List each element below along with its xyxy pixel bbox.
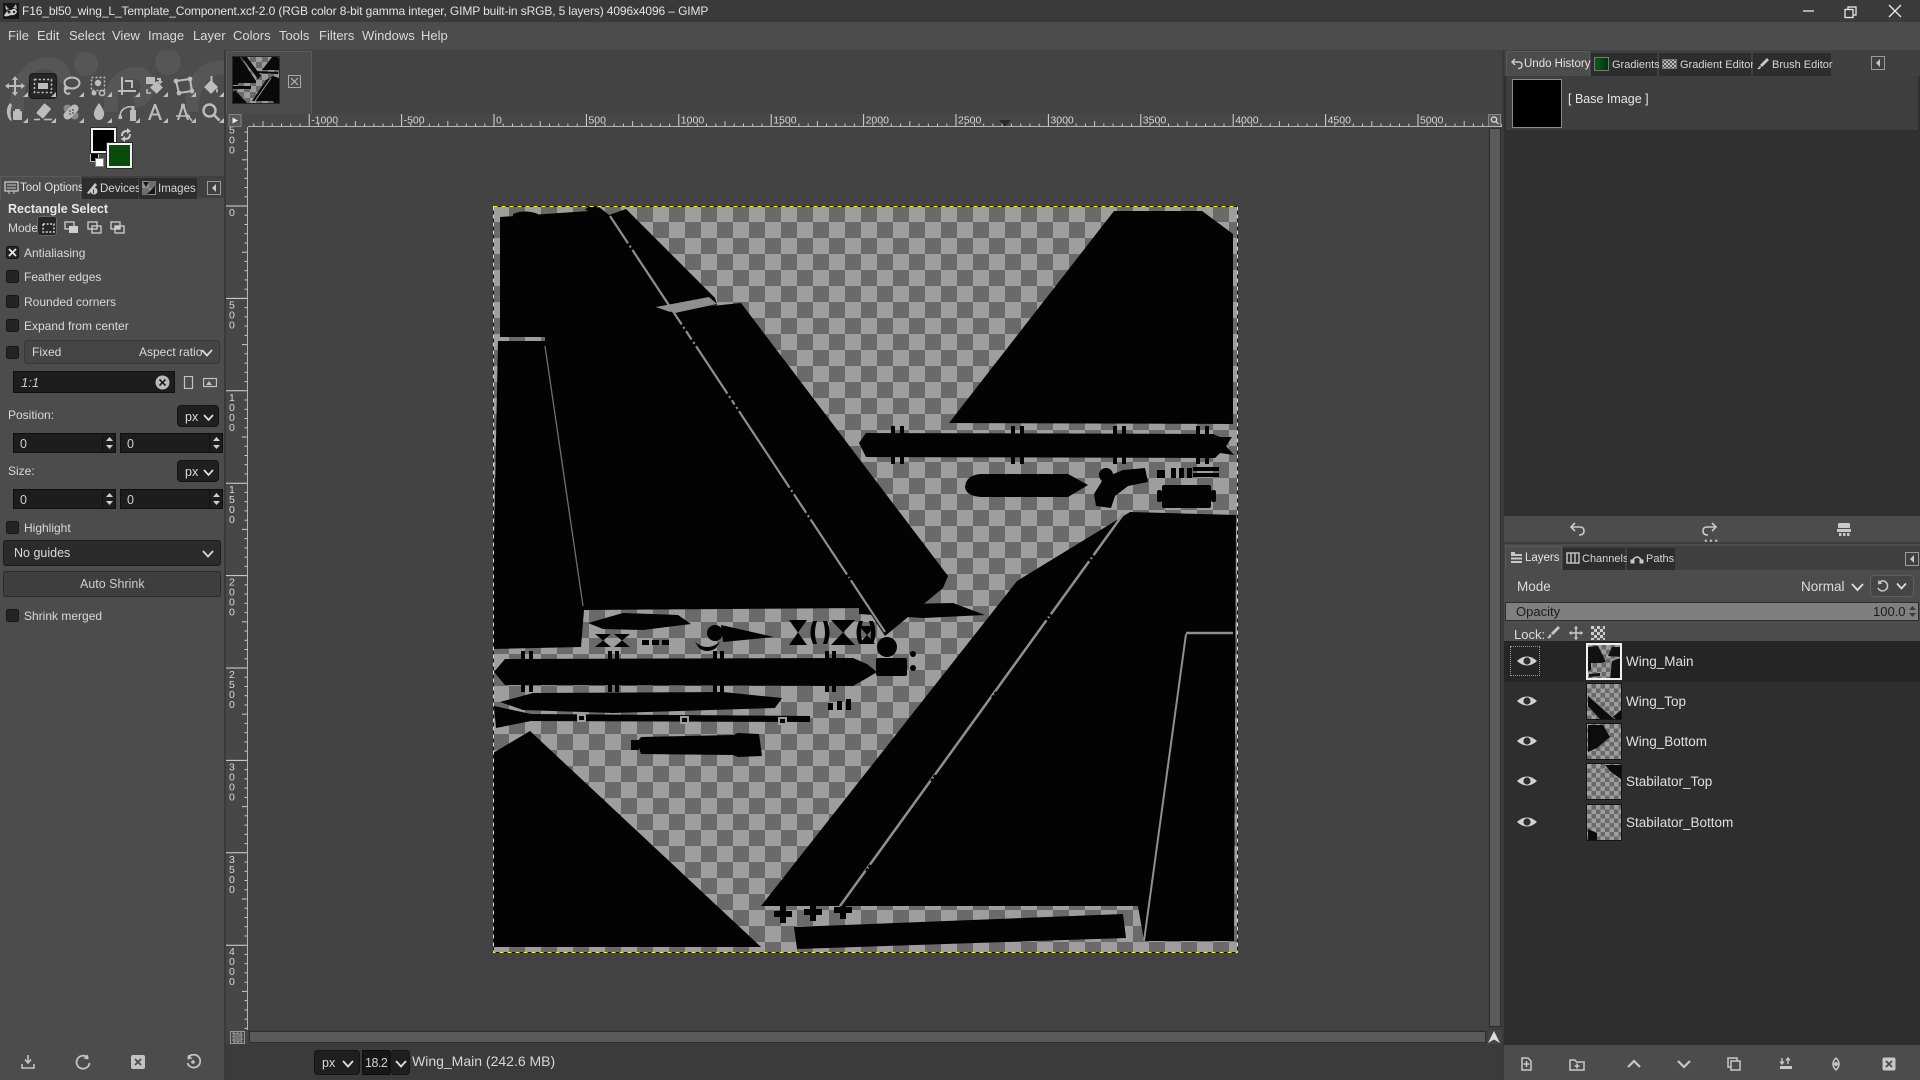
svg-text:2000: 2000 [866, 115, 890, 127]
svg-text:2500: 2500 [958, 115, 982, 127]
svg-text:0: 0 [229, 422, 235, 434]
svg-text:i: i [93, 189, 95, 195]
svg-text:0: 0 [229, 607, 235, 619]
svg-text:0: 0 [229, 207, 235, 219]
svg-text:3000: 3000 [1050, 115, 1074, 127]
svg-text:0: 0 [229, 884, 235, 896]
svg-text:5000: 5000 [1420, 115, 1444, 127]
svg-text:0: 0 [229, 791, 235, 803]
svg-text:4000: 4000 [1235, 115, 1259, 127]
svg-text:0: 0 [229, 319, 235, 331]
svg-text:4500: 4500 [1328, 115, 1352, 127]
svg-text:500: 500 [588, 115, 606, 127]
svg-text:-500: -500 [404, 115, 425, 127]
svg-text:-1000: -1000 [311, 115, 338, 127]
svg-text:0: 0 [229, 976, 235, 988]
svg-text:0: 0 [229, 145, 235, 157]
svg-text:1000: 1000 [681, 115, 705, 127]
svg-text:1500: 1500 [773, 115, 797, 127]
svg-text:0: 0 [496, 115, 502, 127]
svg-text:0: 0 [229, 699, 235, 711]
svg-text:3500: 3500 [1143, 115, 1167, 127]
svg-text:0: 0 [229, 514, 235, 526]
